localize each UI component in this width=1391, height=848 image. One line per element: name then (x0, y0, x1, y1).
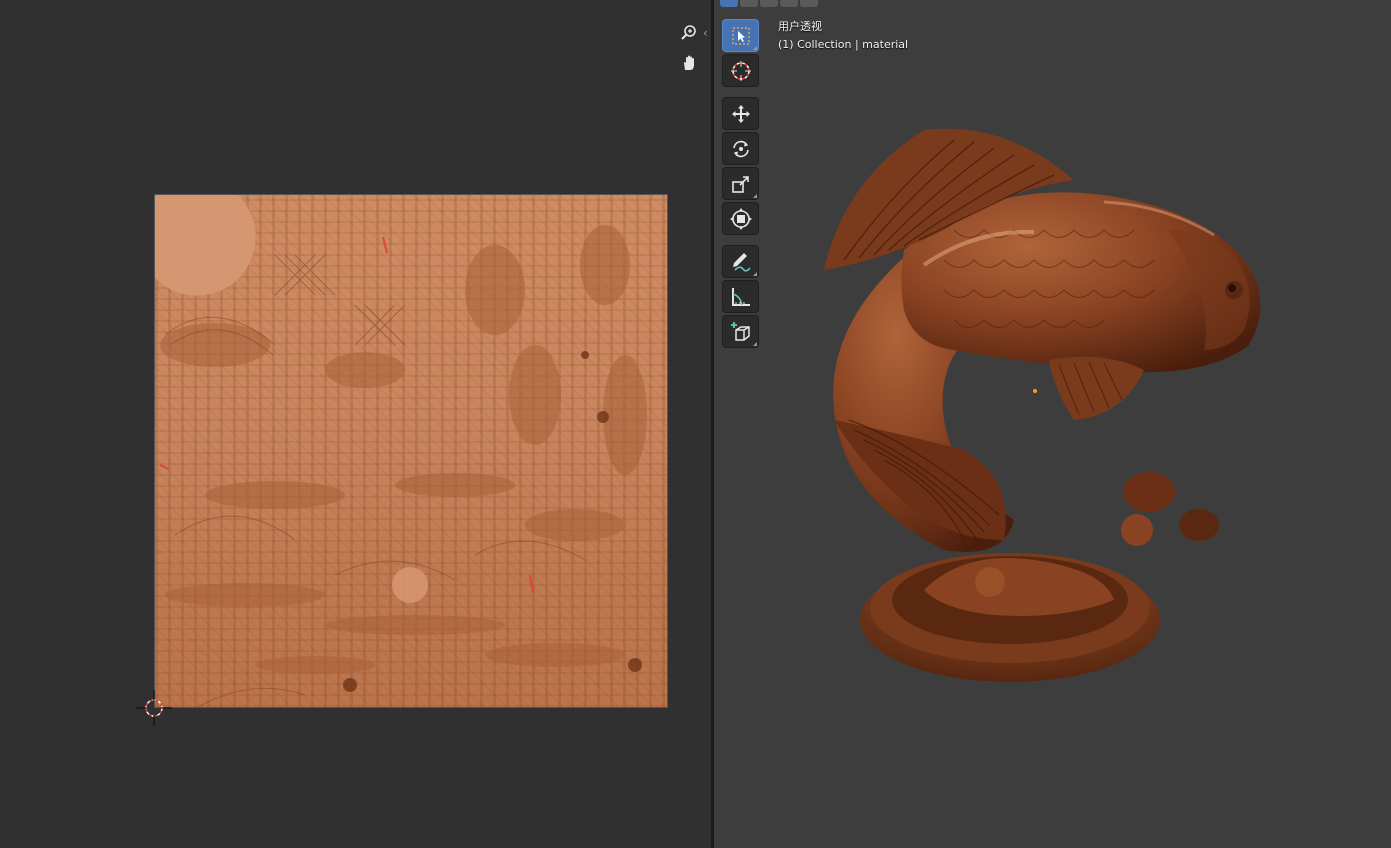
annotate-icon[interactable] (722, 245, 759, 278)
add-cube-icon[interactable] (722, 315, 759, 348)
tab-select-mode-3[interactable] (760, 0, 778, 7)
chevron-left-icon[interactable]: ‹ (703, 26, 708, 40)
tab-select-mode-1[interactable] (720, 0, 738, 7)
select-box-icon[interactable] (722, 19, 759, 52)
uv-navigation-tools (676, 20, 702, 80)
header-mode-tabs (720, 0, 818, 7)
collection-line: (1) Collection | material (778, 38, 909, 51)
tab-select-mode-2[interactable] (740, 0, 758, 7)
uv-editor-panel[interactable]: ‹ (0, 0, 711, 848)
tool-shelf (722, 19, 759, 350)
transform-icon[interactable] (722, 202, 759, 235)
texture-islands (159, 225, 647, 707)
cursor-icon[interactable] (722, 54, 759, 87)
3d-viewport[interactable]: 用户透视 (1) Collection | material (714, 0, 1391, 848)
viewport-info-overlay: 用户透视 (1) Collection | material (778, 18, 908, 54)
koi-fish-model[interactable] (804, 120, 1274, 690)
2d-cursor-icon[interactable] (136, 690, 172, 726)
measure-icon[interactable] (722, 280, 759, 313)
move-icon[interactable] (722, 97, 759, 130)
tab-select-mode-4[interactable] (780, 0, 798, 7)
scale-icon[interactable] (722, 167, 759, 200)
view-name: 用户透视 (778, 20, 822, 33)
tab-select-mode-5[interactable] (800, 0, 818, 7)
rotate-icon[interactable] (722, 132, 759, 165)
object-origin-dot (1033, 389, 1037, 393)
zoom-icon[interactable] (676, 20, 702, 46)
texture-image (154, 194, 668, 708)
hand-pan-icon[interactable] (676, 50, 702, 76)
